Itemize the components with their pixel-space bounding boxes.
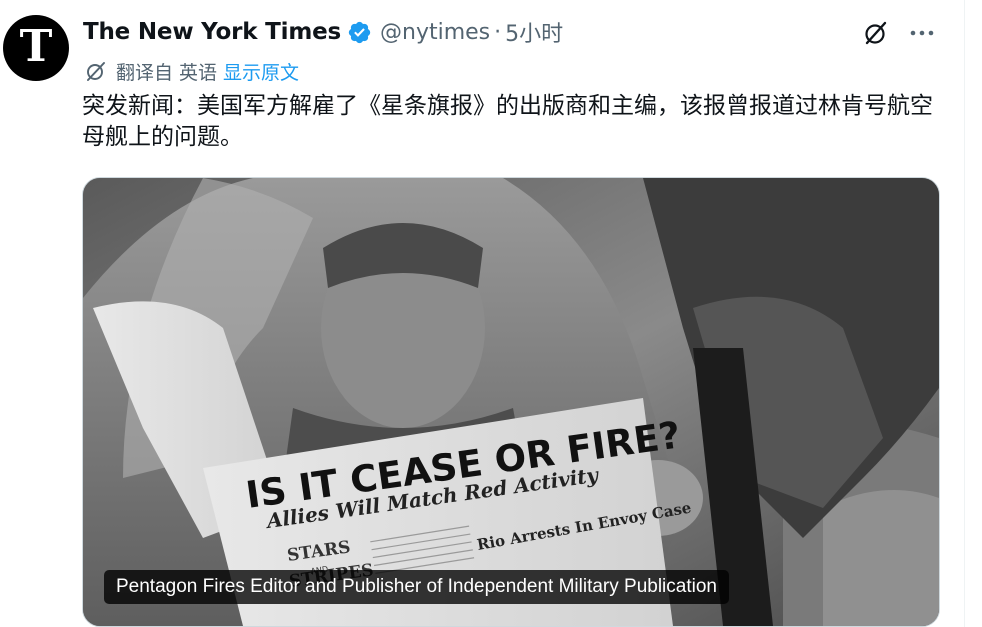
column-divider	[964, 0, 965, 627]
timestamp[interactable]: 5小时	[505, 16, 563, 48]
tweet-text: 突发新闻：美国军方解雇了《星条旗报》的出版商和主编，该报曾报道过林肯号航空母舰上…	[82, 93, 933, 150]
top-actions	[861, 18, 939, 48]
separator-dot: ·	[494, 19, 502, 45]
translated-from-label: 翻译自	[116, 61, 174, 84]
tweet-media[interactable]: IS IT CEASE OR FIRE? Allies Will Match R…	[82, 177, 940, 627]
avatar[interactable]: T	[3, 15, 69, 81]
media-caption: Pentagon Fires Editor and Publisher of I…	[104, 570, 729, 604]
translate-icon	[84, 59, 108, 83]
more-icon[interactable]	[905, 18, 939, 48]
media-photo: IS IT CEASE OR FIRE? Allies Will Match R…	[83, 178, 939, 626]
source-language: 英语	[179, 61, 218, 84]
show-original-link[interactable]: 显示原文	[223, 58, 299, 85]
tweet-header: The New York Times @nytimes · 5小时	[83, 14, 563, 50]
translation-notice: 翻译自 英语 显示原文	[84, 56, 299, 86]
grok-icon[interactable]	[861, 18, 891, 48]
author-handle[interactable]: @nytimes	[380, 20, 490, 45]
verified-badge-icon[interactable]	[347, 20, 372, 45]
author-name[interactable]: The New York Times	[83, 19, 341, 45]
avatar-logo: T	[19, 21, 53, 72]
